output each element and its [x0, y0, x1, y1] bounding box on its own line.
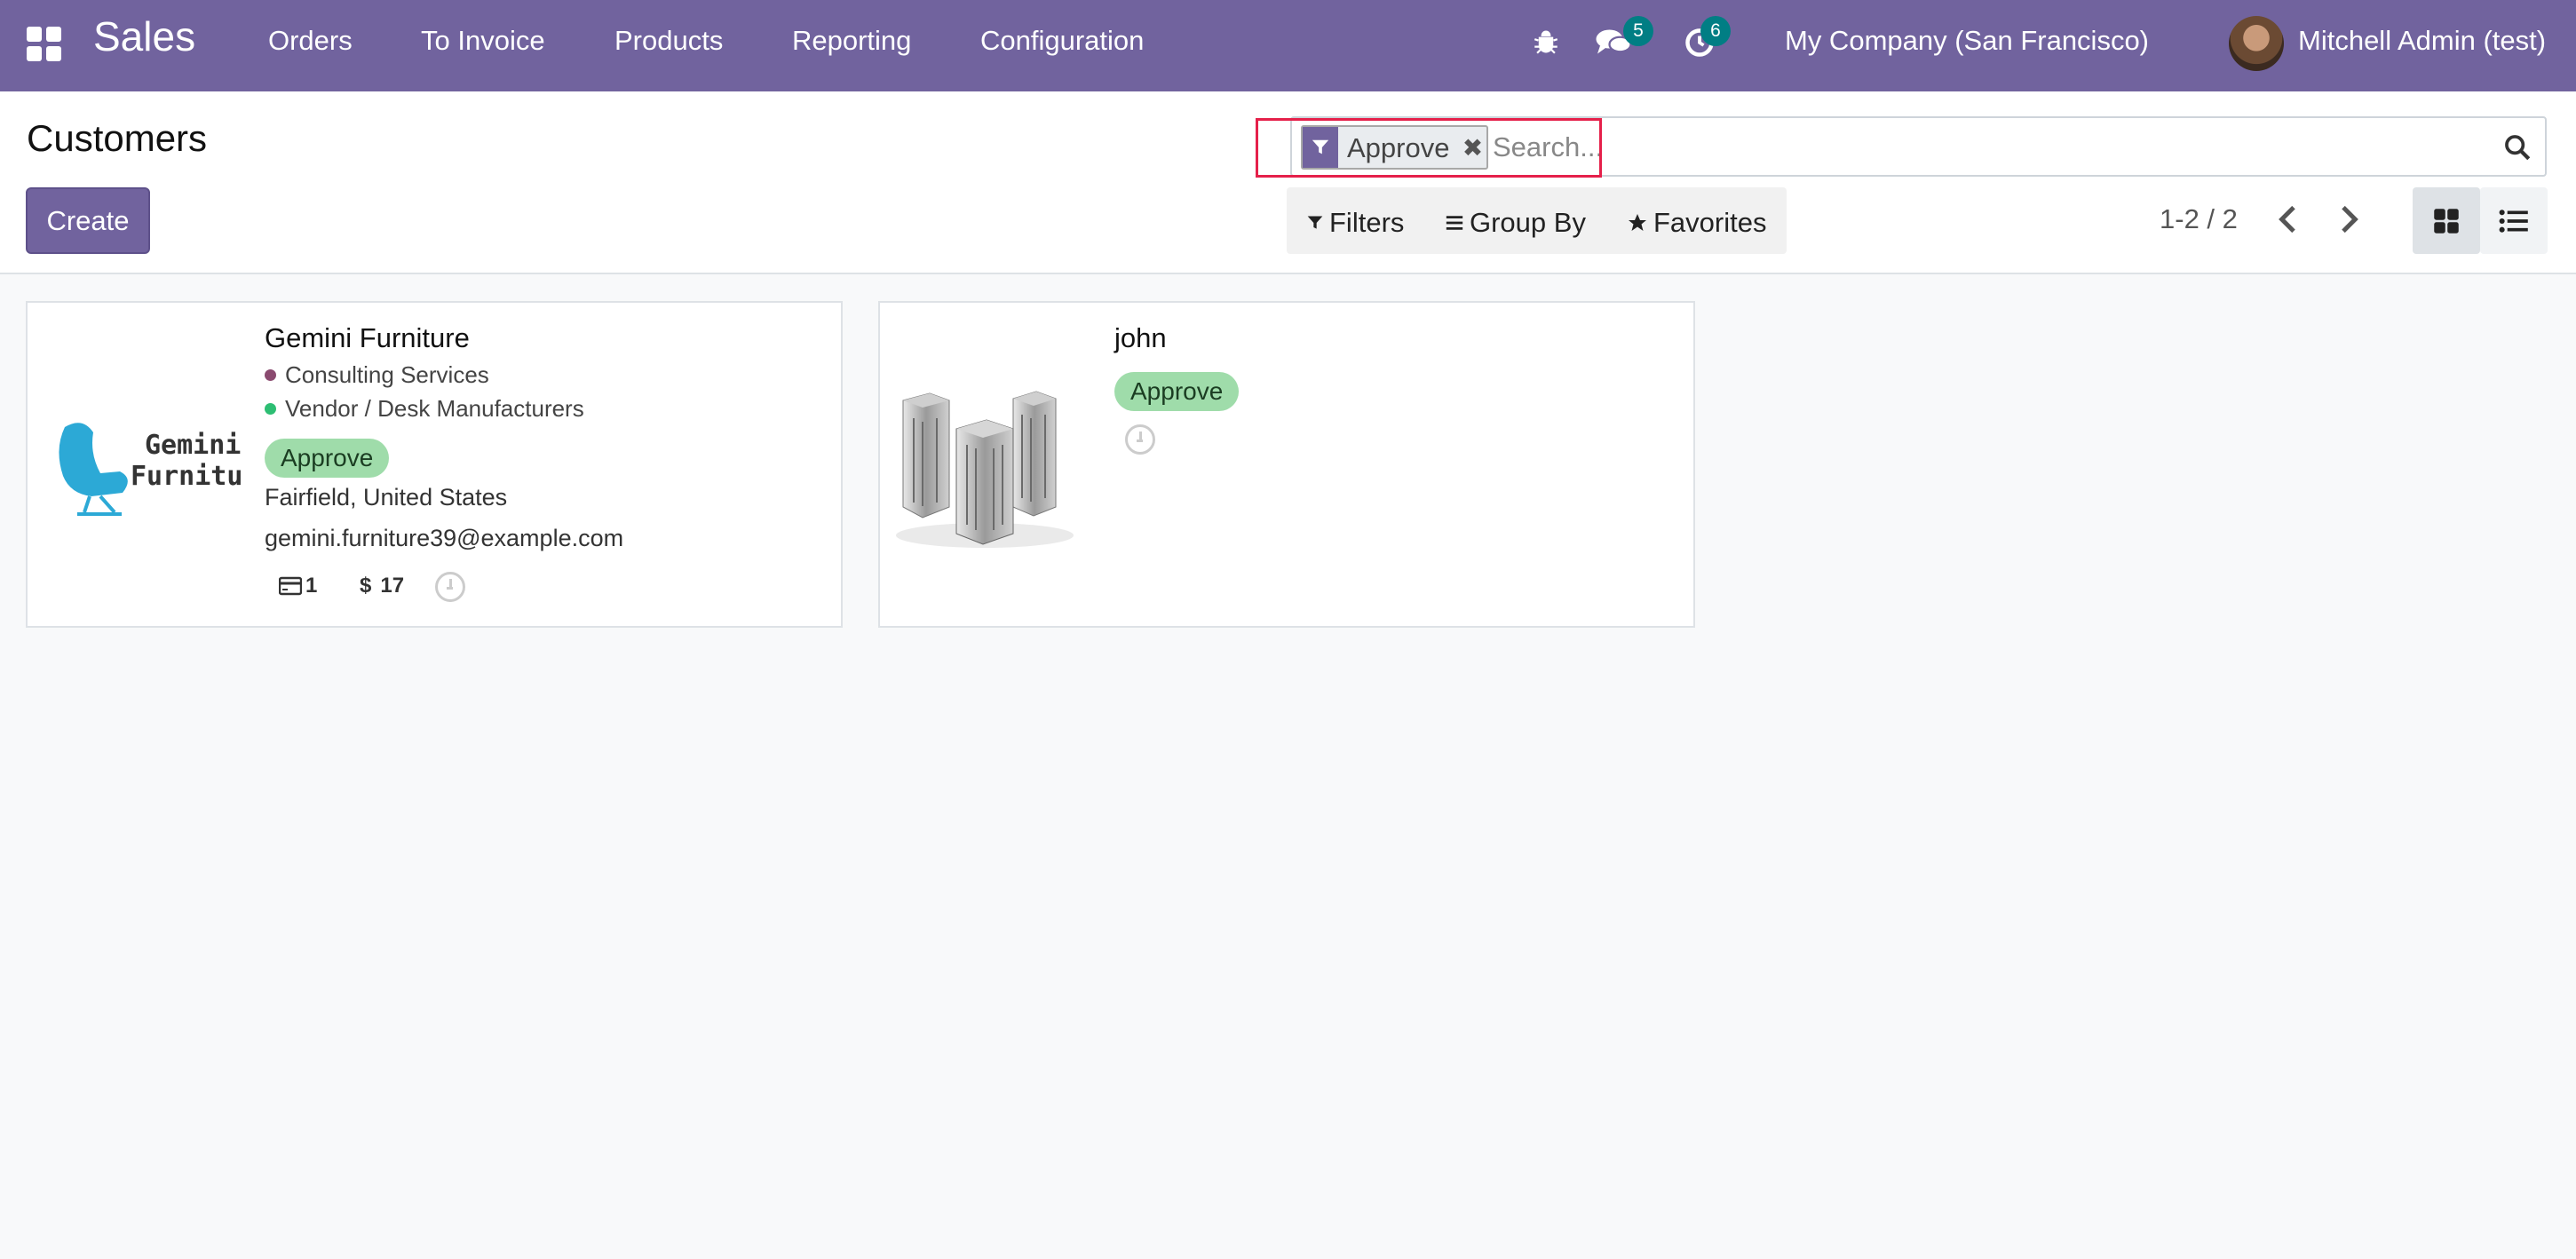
search-input[interactable] — [1493, 127, 2487, 168]
customer-name[interactable]: Gemini Furniture — [265, 322, 470, 354]
activity-clock-icon[interactable] — [1125, 424, 1155, 455]
logo-text-1: Gemini — [145, 430, 241, 461]
filter-icon — [1303, 127, 1338, 168]
search-facet: Approve ✖ — [1301, 125, 1489, 170]
group-by-label: Group By — [1470, 207, 1586, 238]
pager-previous-icon[interactable] — [2271, 202, 2307, 237]
apps-menu-icon[interactable] — [27, 27, 62, 62]
tag-label: Vendor / Desk Manufacturers — [285, 395, 584, 422]
search-icon[interactable] — [2502, 132, 2532, 167]
card-icon — [279, 576, 302, 596]
tag-label: Consulting Services — [285, 361, 489, 388]
filter-icon — [1307, 216, 1323, 229]
user-menu[interactable]: Mitchell Admin (test) — [2298, 25, 2546, 57]
activities-count-badge: 6 — [1700, 16, 1731, 46]
customer-location: Fairfield, United States — [265, 484, 508, 511]
pager-next-icon[interactable] — [2330, 202, 2366, 237]
menu-item-configuration[interactable]: Configuration — [980, 25, 1144, 57]
top-navbar: Sales Orders To Invoice Products Reporti… — [0, 0, 2576, 91]
kanban-card[interactable]: Gemini Furniture Gemini Furniture Consul… — [26, 301, 843, 628]
approve-badge: Approve — [265, 439, 390, 478]
menu-item-to-invoice[interactable]: To Invoice — [421, 25, 545, 57]
activity-clock-icon[interactable] — [435, 572, 465, 602]
filters-button[interactable]: Filters — [1306, 207, 1404, 239]
customer-email: gemini.furniture39@example.com — [265, 525, 624, 551]
menu-item-orders[interactable]: Orders — [268, 25, 353, 57]
page-title: Customers — [27, 117, 208, 159]
user-avatar[interactable] — [2229, 16, 2284, 71]
meetings-value: 1 — [305, 574, 318, 598]
search-options: Filters Group By Favorites — [1287, 187, 1787, 254]
sales-count[interactable]: $ 17 — [360, 574, 404, 598]
kanban-view-icon[interactable] — [2413, 187, 2480, 254]
customer-name[interactable]: john — [1114, 322, 1167, 354]
favorites-button[interactable]: Favorites — [1627, 207, 1766, 239]
list-view-icon[interactable] — [2480, 187, 2548, 254]
list-bars-icon — [1446, 216, 1463, 230]
company-placeholder-image — [887, 374, 1084, 551]
approve-badge: Approve — [1114, 372, 1240, 411]
favorites-label: Favorites — [1653, 207, 1767, 238]
logo-text-2: Furniture — [131, 461, 242, 492]
menu-item-products[interactable]: Products — [614, 25, 723, 57]
search-bar[interactable]: Approve ✖ — [1290, 116, 2547, 177]
filters-label: Filters — [1329, 207, 1405, 238]
control-panel: Customers Create Approve ✖ Filters Group… — [0, 91, 2576, 274]
meetings-count[interactable]: 1 — [279, 574, 317, 598]
dollar-icon: $ — [360, 574, 372, 598]
menu-item-reporting[interactable]: Reporting — [792, 25, 911, 57]
facet-label: Approve — [1347, 132, 1450, 163]
company-logo: Gemini Furniture — [38, 400, 275, 525]
remove-facet-icon[interactable]: ✖ — [1458, 127, 1486, 168]
company-switcher[interactable]: My Company (San Francisco) — [1785, 25, 2149, 57]
tag-vendor-desk-manufacturers: Vendor / Desk Manufacturers — [265, 395, 584, 423]
pager-value[interactable]: 1-2 / 2 — [2160, 203, 2238, 235]
create-button[interactable]: Create — [26, 187, 150, 254]
messages-count-badge: 5 — [1623, 16, 1653, 46]
sales-value: 17 — [380, 574, 405, 598]
kanban-card[interactable]: john Approve — [878, 301, 1695, 628]
tag-dot — [265, 403, 276, 415]
debug-bug-icon[interactable] — [1531, 27, 1561, 61]
tag-consulting-services: Consulting Services — [265, 361, 489, 389]
tag-dot — [265, 369, 276, 381]
group-by-button[interactable]: Group By — [1445, 207, 1586, 239]
star-icon — [1629, 214, 1646, 231]
app-name[interactable]: Sales — [93, 12, 195, 60]
